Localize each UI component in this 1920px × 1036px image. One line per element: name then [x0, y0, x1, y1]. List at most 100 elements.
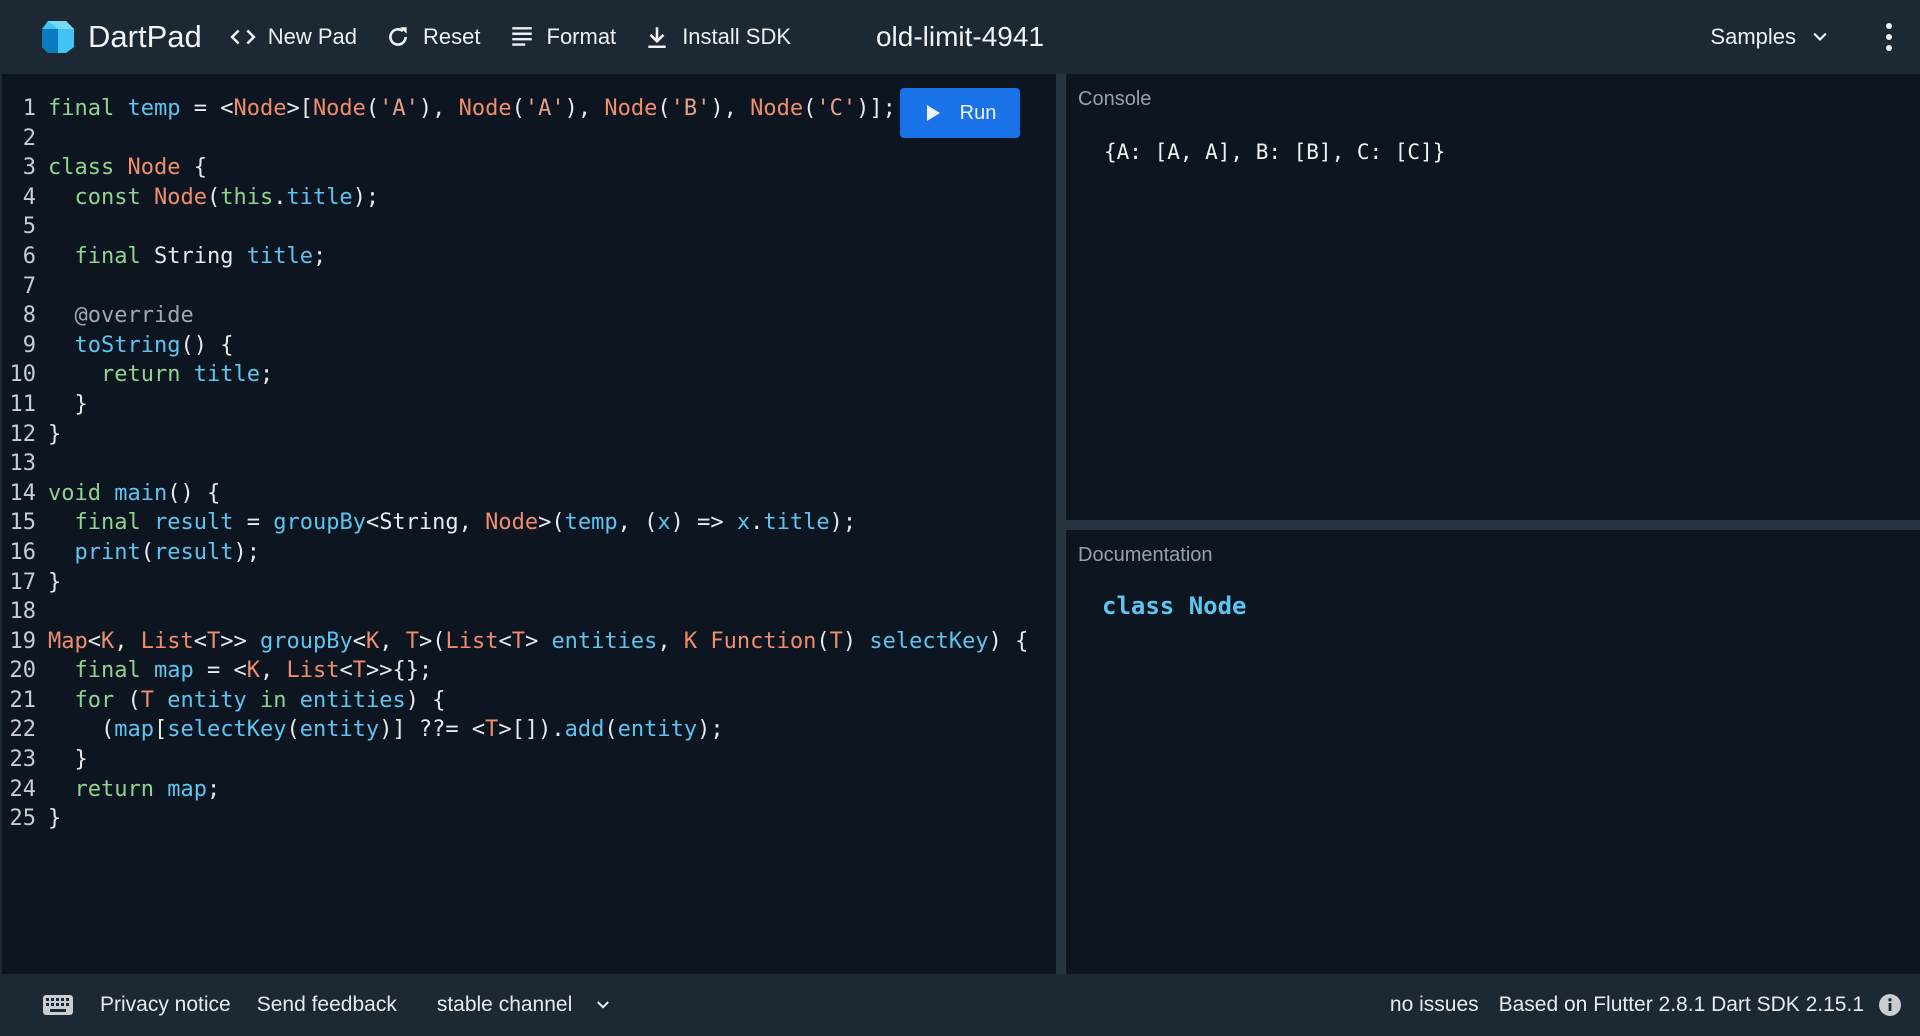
line-number: 20: [9, 658, 37, 684]
run-button[interactable]: Run: [900, 88, 1020, 138]
send-feedback-link[interactable]: Send feedback: [257, 993, 397, 1017]
line-content: }: [48, 569, 62, 595]
line-number: 9: [22, 332, 36, 358]
line-number: 3: [22, 155, 36, 181]
more-vert-icon[interactable]: [1882, 22, 1896, 52]
line-number: 16: [9, 539, 37, 565]
code-line[interactable]: 11 }: [2, 390, 1028, 420]
code-line[interactable]: 20 final map = <K, List<T>>{};: [2, 656, 1028, 686]
code-line[interactable]: 15 final result = groupBy<String, Node>(…: [2, 508, 1028, 538]
app-logo[interactable]: DartPad: [38, 17, 202, 57]
code-line[interactable]: 9 toString() {: [2, 331, 1028, 361]
samples-label: Samples: [1710, 24, 1796, 49]
line-content: [42, 597, 48, 627]
line-content: [42, 212, 48, 242]
app-name: DartPad: [88, 19, 202, 54]
code-line[interactable]: 6 final String title;: [2, 242, 1028, 272]
channel-label: stable channel: [436, 993, 573, 1016]
privacy-notice-link[interactable]: Privacy notice: [100, 993, 231, 1017]
documentation-content: class Node: [1102, 592, 1247, 620]
line-content: for (T entity in entities) {: [74, 687, 446, 713]
code-line[interactable]: 19 Map<K, List<T>> groupBy<K, T>(List<T> …: [2, 627, 1029, 657]
download-icon: [648, 27, 666, 49]
line-content: print(result);: [74, 539, 260, 565]
channel-dropdown[interactable]: stable channel: [437, 993, 612, 1017]
issues-status[interactable]: no issues: [1390, 993, 1479, 1017]
documentation-panel: Documentation class Node: [1066, 530, 1920, 974]
line-number: 5: [22, 214, 36, 240]
code-lines[interactable]: 1 final temp = <Node>[Node('A'), Node('A'…: [2, 94, 1029, 834]
run-label: Run: [959, 101, 997, 124]
line-content: }: [48, 421, 62, 447]
line-content: (map[selectKey(entity)] ??= <T>[]).add(e…: [48, 717, 724, 743]
line-content: return title;: [100, 362, 274, 388]
line-content: class Node {: [48, 155, 207, 181]
code-line[interactable]: 23 }: [2, 745, 1028, 775]
vertical-splitter[interactable]: [1056, 74, 1066, 974]
status-bar: Privacy notice Send feedback stable chan…: [0, 974, 1920, 1036]
install-sdk-label: Install SDK: [682, 24, 792, 49]
code-line[interactable]: 21 for (T entity in entities) {: [2, 686, 1028, 716]
horizontal-splitter[interactable]: [1066, 520, 1920, 530]
refresh-icon: [389, 27, 407, 46]
code-line[interactable]: 24 return map;: [2, 775, 1028, 805]
line-content: [42, 124, 48, 154]
format-button[interactable]: Format: [509, 17, 616, 57]
line-number: 17: [9, 569, 37, 595]
code-line[interactable]: 5: [2, 212, 1028, 242]
line-content: [42, 449, 48, 479]
code-line[interactable]: 2: [2, 124, 1028, 154]
code-line[interactable]: 25}: [2, 804, 1028, 834]
format-icon: [511, 27, 532, 46]
app-header: DartPad New Pad Reset Format Install SDK…: [0, 0, 1920, 74]
line-content: final String title;: [74, 243, 327, 269]
console-label: Console: [1078, 88, 1152, 110]
status-right: no issues Based on Flutter 2.8.1 Dart SD…: [1370, 974, 1864, 1036]
code-line[interactable]: 18: [2, 597, 1028, 627]
documentation-label: Documentation: [1078, 544, 1213, 566]
line-content: }: [48, 806, 62, 832]
line-content: return map;: [74, 776, 221, 802]
line-number: 1: [22, 96, 36, 121]
chevron-down-icon: [1813, 32, 1827, 42]
code-line[interactable]: 10 return title;: [2, 360, 1028, 390]
line-number: 25: [9, 806, 37, 832]
code-line[interactable]: 13: [2, 449, 1028, 479]
line-content: }: [48, 391, 88, 417]
code-line[interactable]: 12}: [2, 420, 1028, 450]
code-line[interactable]: 7: [2, 272, 1028, 302]
reset-button[interactable]: Reset: [385, 17, 481, 57]
code-line[interactable]: 17}: [2, 568, 1028, 598]
code-line[interactable]: 3 class Node {: [2, 153, 1028, 183]
code-line[interactable]: 8 @override: [2, 301, 1028, 331]
line-content: toString() {: [74, 332, 234, 358]
keyboard-icon[interactable]: [42, 994, 74, 1016]
line-number: 19: [9, 628, 37, 654]
info-icon[interactable]: [1878, 993, 1902, 1017]
code-line[interactable]: 1 final temp = <Node>[Node('A'), Node('A'…: [2, 94, 1028, 124]
sdk-version: Based on Flutter 2.8.1 Dart SDK 2.15.1: [1498, 993, 1864, 1016]
line-number: 21: [9, 687, 37, 713]
line-number: 2: [22, 125, 36, 151]
samples-dropdown[interactable]: Samples: [1710, 17, 1830, 57]
code-line[interactable]: 22 (map[selectKey(entity)] ??= <T>[]).ad…: [2, 715, 1028, 745]
code-editor[interactable]: 1 final temp = <Node>[Node('A'), Node('A'…: [2, 74, 1056, 974]
new-pad-label: New Pad: [267, 24, 358, 49]
line-content: final result = groupBy<String, Node>(tem…: [74, 510, 857, 536]
install-sdk-button[interactable]: Install SDK: [644, 17, 791, 57]
code-line[interactable]: 4 const Node(this.title);: [2, 183, 1028, 213]
line-number: 24: [9, 776, 37, 802]
line-number: 6: [22, 243, 36, 269]
code-line[interactable]: 14 void main() {: [2, 479, 1028, 509]
line-number: 8: [22, 303, 36, 329]
line-number: 7: [22, 273, 36, 299]
code-line[interactable]: 16 print(result);: [2, 538, 1028, 568]
new-pad-button[interactable]: New Pad: [230, 17, 357, 57]
line-number: 11: [9, 391, 37, 417]
line-content: const Node(this.title);: [74, 184, 380, 210]
line-content: final map = <K, List<T>>{};: [74, 658, 433, 684]
line-number: 13: [9, 451, 37, 477]
line-number: 23: [9, 747, 37, 773]
line-content: [42, 272, 48, 302]
reset-label: Reset: [423, 24, 481, 49]
